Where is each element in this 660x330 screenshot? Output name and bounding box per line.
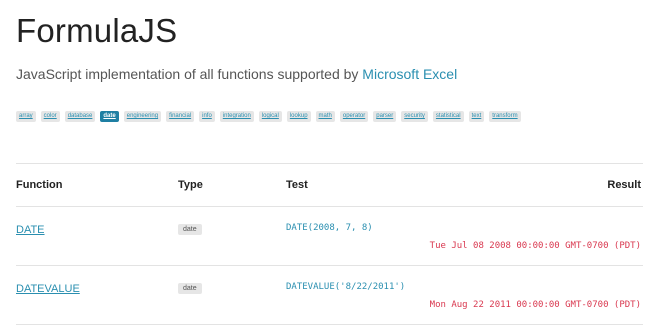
header-function: Function: [16, 179, 63, 191]
tag-operator[interactable]: operator: [339, 111, 369, 122]
table-row: DATE date DATE(2008, 7, 8) Tue Jul 08 20…: [16, 207, 643, 265]
tag-logical[interactable]: logical: [258, 111, 282, 122]
tag-date[interactable]: date: [100, 111, 119, 122]
header-test: Test: [286, 179, 308, 191]
tag-text[interactable]: text: [468, 111, 485, 122]
type-badge: date: [178, 224, 202, 235]
tag-engineering[interactable]: engineering: [123, 111, 162, 122]
page: FormulaJS JavaScript implementation of a…: [0, 0, 660, 330]
microsoft-excel-link[interactable]: Microsoft Excel: [362, 66, 457, 82]
tag-integration[interactable]: integration: [219, 111, 254, 122]
function-link[interactable]: DATEVALUE: [16, 283, 80, 295]
test-result: Mon Aug 22 2011 00:00:00 GMT-0700 (PDT): [429, 300, 641, 310]
tag-lookup[interactable]: lookup: [286, 111, 311, 122]
subtitle-text: JavaScript implementation of all functio…: [16, 66, 363, 82]
page-subtitle: JavaScript implementation of all functio…: [16, 66, 457, 82]
test-result: Tue Jul 08 2008 00:00:00 GMT-0700 (PDT): [429, 241, 641, 251]
header-type: Type: [178, 179, 203, 191]
function-link[interactable]: DATE: [16, 224, 45, 236]
tag-math[interactable]: math: [315, 111, 335, 122]
tag-transform[interactable]: transform: [489, 111, 521, 122]
tag-security[interactable]: security: [401, 111, 428, 122]
tag-database[interactable]: database: [64, 111, 96, 122]
type-badge: date: [178, 283, 202, 294]
tag-financial[interactable]: financial: [166, 111, 195, 122]
category-tags: array color database date engineering financi…: [16, 111, 521, 122]
test-expression: DATE(2008, 7, 8): [286, 223, 373, 233]
divider: [16, 324, 643, 325]
tag-info[interactable]: info: [199, 111, 215, 122]
table-header: Function Type Test Result: [16, 164, 643, 206]
tag-statistical[interactable]: statistical: [432, 111, 464, 122]
tag-parser[interactable]: parser: [373, 111, 397, 122]
header-result: Result: [607, 179, 641, 191]
tag-color[interactable]: color: [40, 111, 60, 122]
functions-table: Function Type Test Result DATE date DATE…: [16, 163, 643, 325]
page-title: FormulaJS: [16, 12, 178, 49]
tag-array[interactable]: array: [16, 111, 36, 122]
table-row: DATEVALUE date DATEVALUE('8/22/2011') Mo…: [16, 266, 643, 324]
test-expression: DATEVALUE('8/22/2011'): [286, 282, 406, 292]
